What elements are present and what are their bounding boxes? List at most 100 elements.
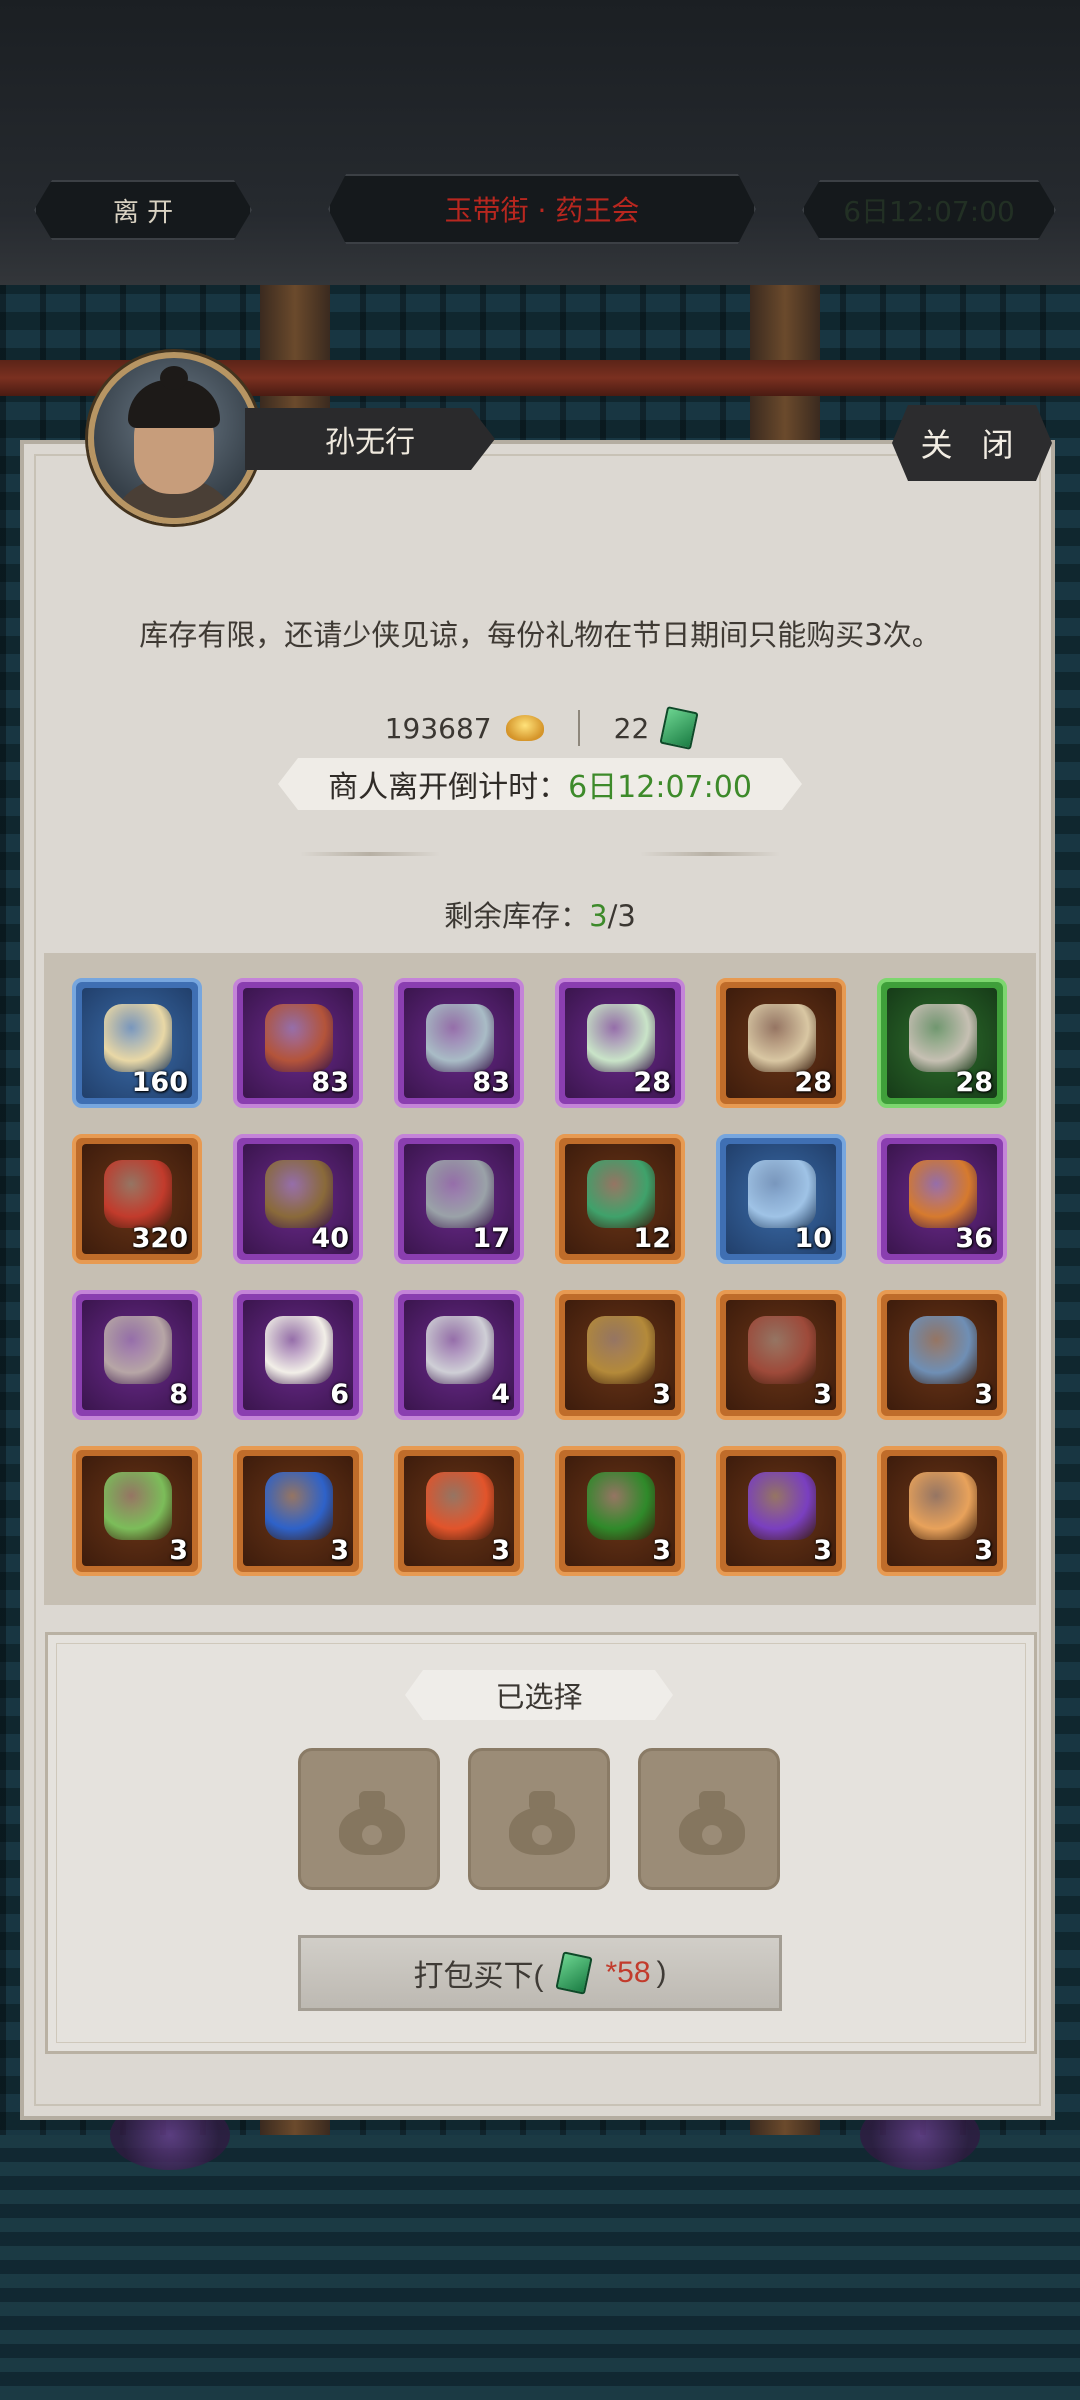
buy-prefix: 打包买下(	[413, 1960, 544, 1993]
item-slot[interactable]: 3	[394, 1446, 524, 1576]
manual-scroll-icon	[104, 1004, 172, 1072]
item-slot[interactable]: 83	[233, 978, 363, 1108]
item-slot[interactable]: 3	[716, 1446, 846, 1576]
item-count: 28	[794, 1067, 832, 1098]
jade-token-icon	[659, 706, 699, 750]
incense-burner-icon	[265, 1160, 333, 1228]
item-count: 36	[955, 1223, 993, 1254]
merchant-name: 孙无行	[245, 408, 495, 470]
emerald-icon	[587, 1472, 655, 1540]
item-count: 28	[955, 1067, 993, 1098]
item-count: 3	[169, 1535, 188, 1566]
item-slot[interactable]: 28	[716, 978, 846, 1108]
item-slot[interactable]: 4	[394, 1290, 524, 1420]
item-slot[interactable]: 83	[394, 978, 524, 1108]
item-slot[interactable]: 17	[394, 1134, 524, 1264]
jade-leaf-icon	[587, 1004, 655, 1072]
item-count: 6	[330, 1379, 349, 1410]
book-stack-icon	[748, 1004, 816, 1072]
talisman-icon	[104, 1160, 172, 1228]
empty-bag-icon	[675, 1787, 749, 1855]
pearls-icon	[909, 1160, 977, 1228]
merchant-portrait	[88, 352, 260, 524]
leave-label: 离 开	[112, 197, 174, 228]
item-count: 3	[974, 1535, 993, 1566]
item-count: 83	[472, 1067, 510, 1098]
item-count: 3	[330, 1535, 349, 1566]
item-count: 3	[974, 1379, 993, 1410]
item-slot[interactable]: 3	[716, 1290, 846, 1420]
ornament-divider-right	[640, 852, 780, 856]
selected-slot[interactable]	[638, 1748, 780, 1890]
stock-current: 3	[589, 899, 608, 933]
item-count: 3	[652, 1535, 671, 1566]
stone-disc-icon	[909, 1004, 977, 1072]
crystal-orb-icon	[748, 1160, 816, 1228]
fire-gem-icon	[426, 1472, 494, 1540]
countdown-label: 商人离开倒计时：	[328, 770, 569, 805]
remaining-stock: 剩余库存：3/3	[0, 893, 1080, 935]
amethyst-icon	[748, 1472, 816, 1540]
item-slot[interactable]: 28	[877, 978, 1007, 1108]
item-slot[interactable]: 3	[877, 1290, 1007, 1420]
silver-shards-icon	[426, 1316, 494, 1384]
empty-bag-icon	[335, 1787, 409, 1855]
item-slot[interactable]: 10	[716, 1134, 846, 1264]
buy-suffix: )	[656, 1956, 667, 1989]
item-count: 10	[794, 1223, 832, 1254]
buy-price: *58	[605, 1956, 651, 1989]
item-slot[interactable]: 8	[72, 1290, 202, 1420]
item-count: 28	[633, 1067, 671, 1098]
background-floor	[0, 2135, 1080, 2400]
close-button[interactable]: 关 闭	[892, 405, 1052, 481]
selected-title: 已选择	[405, 1670, 673, 1720]
selected-slot[interactable]	[298, 1748, 440, 1890]
item-count: 3	[813, 1379, 832, 1410]
item-slot[interactable]: 6	[233, 1290, 363, 1420]
item-count: 3	[652, 1379, 671, 1410]
item-count: 8	[169, 1379, 188, 1410]
item-count: 3	[813, 1535, 832, 1566]
event-timer-text: 6日12:07:00	[843, 195, 1015, 228]
leave-button[interactable]: 离 开	[34, 180, 252, 240]
item-slot[interactable]: 3	[72, 1446, 202, 1576]
item-slot[interactable]: 320	[72, 1134, 202, 1264]
item-count: 12	[633, 1223, 671, 1254]
item-count: 40	[311, 1223, 349, 1254]
bundle-buy-button[interactable]: 打包买下( *58 )	[298, 1935, 782, 2011]
gold-amount: 193687	[384, 711, 492, 745]
metal-sphere-icon	[426, 1160, 494, 1228]
red-ore-icon	[265, 1004, 333, 1072]
currency-divider	[577, 710, 580, 746]
pearl-icon	[265, 1316, 333, 1384]
dark-crystal-icon	[104, 1316, 172, 1384]
item-slot[interactable]: 40	[233, 1134, 363, 1264]
event-timer: 6日12:07:00	[802, 180, 1056, 240]
item-slot[interactable]: 28	[555, 978, 685, 1108]
location-title-text: 玉带街 · 药王会	[444, 194, 640, 227]
green-scroll-icon	[587, 1160, 655, 1228]
item-slot[interactable]: 3	[233, 1446, 363, 1576]
ornament-divider-left	[300, 852, 440, 856]
selected-slot[interactable]	[468, 1748, 610, 1890]
item-count: 320	[131, 1223, 188, 1254]
item-slot[interactable]: 160	[72, 978, 202, 1108]
item-slot[interactable]: 3	[555, 1290, 685, 1420]
green-ore-icon	[104, 1472, 172, 1540]
gold-ore-icon	[587, 1316, 655, 1384]
item-slot[interactable]: 12	[555, 1134, 685, 1264]
item-slot[interactable]: 3	[555, 1446, 685, 1576]
empty-bag-icon	[505, 1787, 579, 1855]
item-slot[interactable]: 3	[877, 1446, 1007, 1576]
item-slot[interactable]: 36	[877, 1134, 1007, 1264]
sapphire-icon	[265, 1472, 333, 1540]
stock-notice: 库存有限，还请少侠见谅，每份礼物在节日期间只能购买3次。	[139, 618, 941, 652]
location-title: 玉带街 · 药王会	[328, 174, 756, 244]
stock-total: /3	[607, 899, 636, 933]
red-ore-rock-icon	[748, 1316, 816, 1384]
gold-ingot-icon	[505, 715, 544, 741]
countdown-value: 6日12:07:00	[568, 770, 752, 805]
item-count: 160	[131, 1067, 188, 1098]
merchant-countdown: 商人离开倒计时： 6日12:07:00	[278, 758, 802, 810]
crystal-shard-icon	[426, 1004, 494, 1072]
